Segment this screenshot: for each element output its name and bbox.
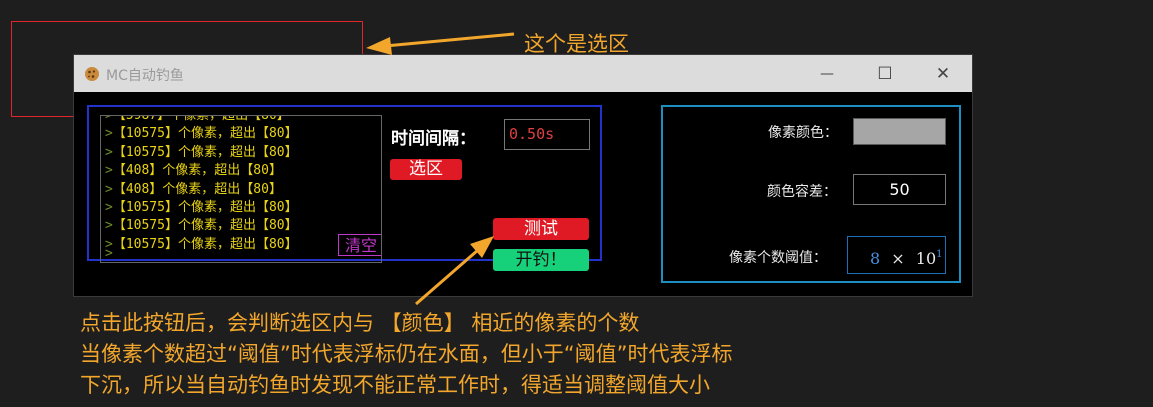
- arrow-to-test-button: [415, 236, 494, 306]
- selection-note: 这个是选区: [524, 32, 629, 56]
- explanation-note: 点击此按钮后，会判断选区内与 【颜色】 相近的像素的个数 当像素个数超过“阈值”…: [80, 308, 733, 401]
- explanation-line: 点击此按钮后，会判断选区内与 【颜色】 相近的像素的个数: [80, 311, 640, 335]
- explanation-line: 当像素个数超过“阈值”时代表浮标仍在水面，但小于“阈值”时代表浮标: [80, 342, 733, 366]
- arrow-to-selection: [366, 32, 515, 55]
- explanation-line: 下沉，所以当自动钓鱼时发现不能正常工作时，得适当调整阈值大小: [80, 373, 710, 397]
